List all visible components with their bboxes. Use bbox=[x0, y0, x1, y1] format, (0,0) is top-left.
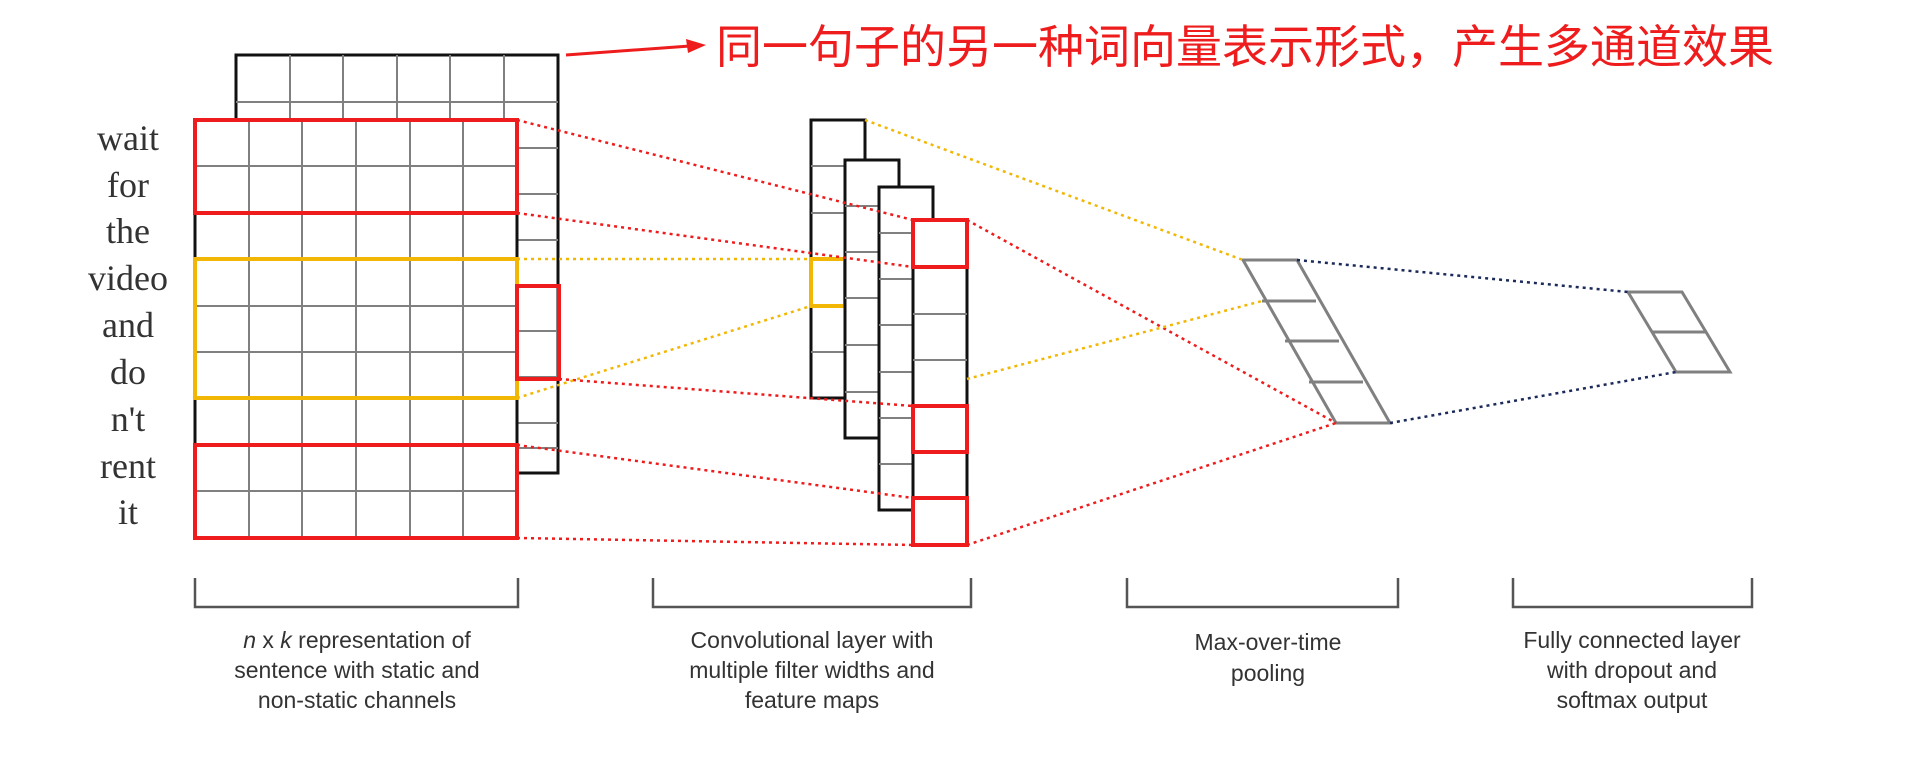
section-brackets bbox=[193, 578, 1754, 609]
caption-conv: Convolutional layer with multiple filter… bbox=[689, 627, 934, 713]
caption-fc-line2: with dropout and bbox=[1546, 657, 1717, 683]
word-7: rent bbox=[100, 446, 156, 486]
caption-fc: Fully connected layer with dropout and s… bbox=[1523, 627, 1741, 713]
annotation-arrow bbox=[565, 39, 706, 57]
caption-input-line1: n x k representation of bbox=[243, 627, 471, 653]
caption-pool: Max-over-time pooling bbox=[1195, 629, 1342, 686]
pooling-layer bbox=[1240, 258, 1393, 425]
diagram-canvas: wait for the video and do n't rent it 同一… bbox=[88, 20, 1774, 713]
word-5: do bbox=[110, 352, 146, 392]
caption-x: x bbox=[256, 627, 280, 653]
caption-conv-line1: Convolutional layer with bbox=[691, 627, 934, 653]
word-6: n't bbox=[111, 399, 146, 439]
caption-pool-line1: Max-over-time bbox=[1195, 629, 1342, 655]
caption-n: n bbox=[243, 627, 256, 653]
word-8: it bbox=[118, 492, 138, 532]
annotation-text: 同一句子的另一种词向量表示形式，产生多通道效果 bbox=[716, 20, 1774, 74]
word-4: and bbox=[102, 305, 154, 345]
caption-input: n x k representation of sentence with st… bbox=[234, 627, 479, 713]
caption-conv-line2: multiple filter widths and bbox=[689, 657, 934, 683]
caption-rest: representation of bbox=[292, 627, 472, 653]
sentence-words: wait for the video and do n't rent it bbox=[88, 118, 168, 532]
connectors-navy bbox=[1296, 258, 1677, 425]
word-3: video bbox=[88, 258, 168, 298]
caption-conv-line3: feature maps bbox=[745, 687, 879, 713]
word-1: for bbox=[107, 165, 149, 205]
word-0: wait bbox=[97, 118, 159, 158]
word-2: the bbox=[106, 211, 150, 251]
caption-input-line3: non-static channels bbox=[258, 687, 456, 713]
fully-connected-layer bbox=[1625, 290, 1733, 374]
caption-pool-line2: pooling bbox=[1231, 660, 1305, 686]
cnn-sentence-diagram: wait for the video and do n't rent it 同一… bbox=[0, 0, 1928, 778]
caption-fc-line1: Fully connected layer bbox=[1523, 627, 1741, 653]
caption-fc-line3: softmax output bbox=[1557, 687, 1708, 713]
front-channel-matrix bbox=[193, 118, 519, 540]
caption-input-line2: sentence with static and bbox=[234, 657, 479, 683]
